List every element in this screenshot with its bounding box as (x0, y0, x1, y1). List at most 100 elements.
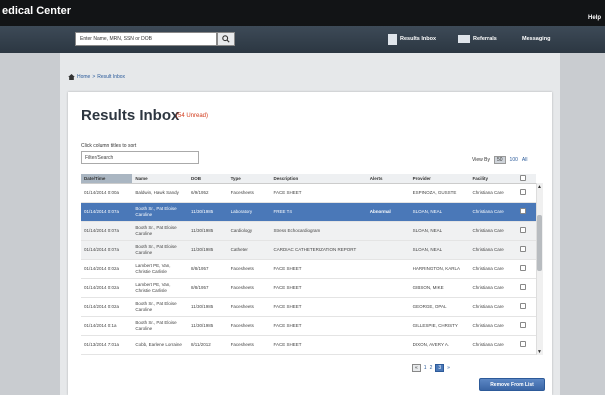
cell-select[interactable] (516, 259, 536, 279)
col-date-time[interactable]: Date/Time (81, 174, 133, 184)
cell-name: Lambert PE, Van, Christie Carlisle (132, 278, 189, 298)
cell-select[interactable] (516, 278, 536, 298)
breadcrumb-separator: > (92, 74, 96, 80)
nav-referrals-label: Referrals (473, 36, 497, 42)
pager-prev[interactable]: « (412, 364, 421, 372)
cell-name: Booth Sr., Pat Eloise Caroline (132, 202, 189, 222)
cell-select[interactable] (516, 202, 536, 222)
col-select-all[interactable] (516, 174, 536, 184)
cell-date: 01/13/2014 7:01a (81, 335, 133, 355)
cell-provider: DIXON, AVERY A. (409, 335, 470, 355)
cell-provider: GILLESPIE, CHRISTY (409, 316, 470, 336)
cell-facility: Christiana Care (469, 240, 517, 260)
table-row[interactable]: 01/14/2014 0:00a Baldwin, Hawk Sandy 6/9/1… (81, 183, 536, 203)
col-alerts[interactable]: Alerts (366, 174, 410, 184)
cell-facility: Christiana Care (469, 221, 517, 241)
table-scroll-thumb[interactable] (537, 215, 542, 271)
view-by-all[interactable]: All (522, 157, 528, 163)
view-by: View By 50 100 All (472, 156, 527, 164)
table-row[interactable]: 01/14/2014 0:1a Booth Sr., Pat Eloise Car… (81, 316, 536, 336)
cell-type: Facesheets (227, 278, 271, 298)
cell-date: 01/14/2014 0:00a (81, 183, 133, 203)
table-row[interactable]: 01/14/2014 0:07a Booth Sr., Pat Eloise Ca… (81, 202, 536, 222)
help-link[interactable]: Help (588, 15, 601, 21)
row-checkbox[interactable] (519, 188, 526, 195)
cell-date: 01/14/2014 0:1a (81, 316, 133, 336)
scroll-down-arrow[interactable]: ▼ (537, 349, 542, 355)
row-checkbox[interactable] (519, 207, 526, 214)
pager-page-2[interactable]: 2 (430, 365, 433, 371)
table-row[interactable]: 01/14/2014 0:02a Lambert PE, Van, Christi… (81, 259, 536, 279)
row-checkbox[interactable] (519, 264, 526, 271)
search-button[interactable] (217, 32, 235, 46)
row-checkbox[interactable] (519, 283, 526, 290)
cell-provider: GIBSON, MIKE (409, 278, 470, 298)
col-name[interactable]: Name (132, 174, 189, 184)
nav-messaging[interactable]: Messaging (522, 32, 550, 46)
cell-name: Booth Sr., Pat Eloise Caroline (132, 240, 189, 260)
cell-alert (366, 297, 410, 317)
breadcrumb-home[interactable]: Home (77, 74, 90, 80)
row-checkbox[interactable] (519, 226, 526, 233)
cell-select[interactable] (516, 240, 536, 260)
table-row[interactable]: 01/13/2014 7:01a Cobb, Earlene Lorraine 8/… (81, 335, 536, 355)
nav-results-inbox[interactable]: Results Inbox (388, 32, 436, 46)
table-row[interactable]: 01/14/2014 0:07a Booth Sr., Pat Eloise Ca… (81, 221, 536, 241)
select-all-checkbox[interactable] (519, 174, 526, 181)
col-type[interactable]: Type (227, 174, 271, 184)
row-checkbox[interactable] (519, 245, 526, 252)
col-provider[interactable]: Provider (409, 174, 470, 184)
pager-next[interactable]: » (447, 365, 450, 371)
cell-select[interactable] (516, 297, 536, 317)
cell-facility: Christiana Care (469, 202, 517, 222)
row-checkbox[interactable] (519, 321, 526, 328)
cell-facility: Christiana Care (469, 183, 517, 203)
cell-provider: HARRINGTON, KARLA (409, 259, 470, 279)
cell-select[interactable] (516, 335, 536, 355)
cell-type: Facesheets (227, 183, 271, 203)
row-checkbox[interactable] (519, 340, 526, 347)
view-by-50[interactable]: 50 (493, 156, 506, 164)
cell-name: Booth Sr., Pat Eloise Caroline (132, 297, 189, 317)
cell-name: Booth Sr., Pat Eloise Caroline (132, 221, 189, 241)
cell-description: FACE SHEET (270, 297, 367, 317)
cell-description: FACE SHEET (270, 335, 367, 355)
table-row[interactable]: 01/14/2014 0:02a Booth Sr., Pat Eloise Ca… (81, 297, 536, 317)
table-row[interactable]: 01/14/2014 0:02a Lambert PE, Van, Christi… (81, 278, 536, 298)
cell-alert (366, 259, 410, 279)
nav-referrals[interactable]: Referrals (458, 32, 497, 46)
col-facility[interactable]: Facility (469, 174, 517, 184)
cell-select[interactable] (516, 316, 536, 336)
nav-results-inbox-label: Results Inbox (400, 36, 437, 42)
cell-description: FREE T4 (270, 202, 367, 222)
cell-select[interactable] (516, 221, 536, 241)
cell-description: CARDIAC CATHETERIZATION REPORT (270, 240, 367, 260)
cell-select[interactable] (516, 183, 536, 203)
cell-type: Facesheets (227, 297, 271, 317)
cell-description: FACE SHEET (270, 316, 367, 336)
cell-dob: 11/30/1985 (188, 240, 228, 260)
cell-date: 01/14/2014 0:02a (81, 259, 133, 279)
remove-from-list-button[interactable]: Remove From List (479, 378, 545, 391)
view-by-100[interactable]: 100 (510, 157, 518, 163)
col-dob[interactable]: DOB (188, 174, 228, 184)
row-checkbox[interactable] (519, 302, 526, 309)
cell-name: Lambert PE, Van, Christie Carlisle (132, 259, 189, 279)
nav-messaging-label: Messaging (522, 36, 551, 42)
cell-type: Facesheets (227, 316, 271, 336)
inbox-icon (388, 33, 397, 45)
breadcrumb-current: Result Inbox (97, 74, 126, 80)
pager-page-1[interactable]: 1 (424, 365, 427, 371)
filter-search-input[interactable]: Filter/Search (81, 151, 199, 164)
cell-alert (366, 221, 410, 241)
cell-date: 01/14/2014 0:07a (81, 221, 133, 241)
cell-facility: Christiana Care (469, 297, 517, 317)
patient-search-input[interactable]: Enter Name, MRN, SSN or DOB (75, 32, 217, 46)
cell-description: FACE SHEET (270, 278, 367, 298)
col-description[interactable]: Description (270, 174, 367, 184)
cell-date: 01/14/2014 0:07a (81, 202, 133, 222)
scroll-up-arrow[interactable]: ▲ (537, 184, 542, 190)
table-row[interactable]: 01/14/2014 0:07a Booth Sr., Pat Eloise Ca… (81, 240, 536, 260)
pager-page-3[interactable]: 3 (435, 364, 445, 372)
cell-facility: Christiana Care (469, 335, 517, 355)
